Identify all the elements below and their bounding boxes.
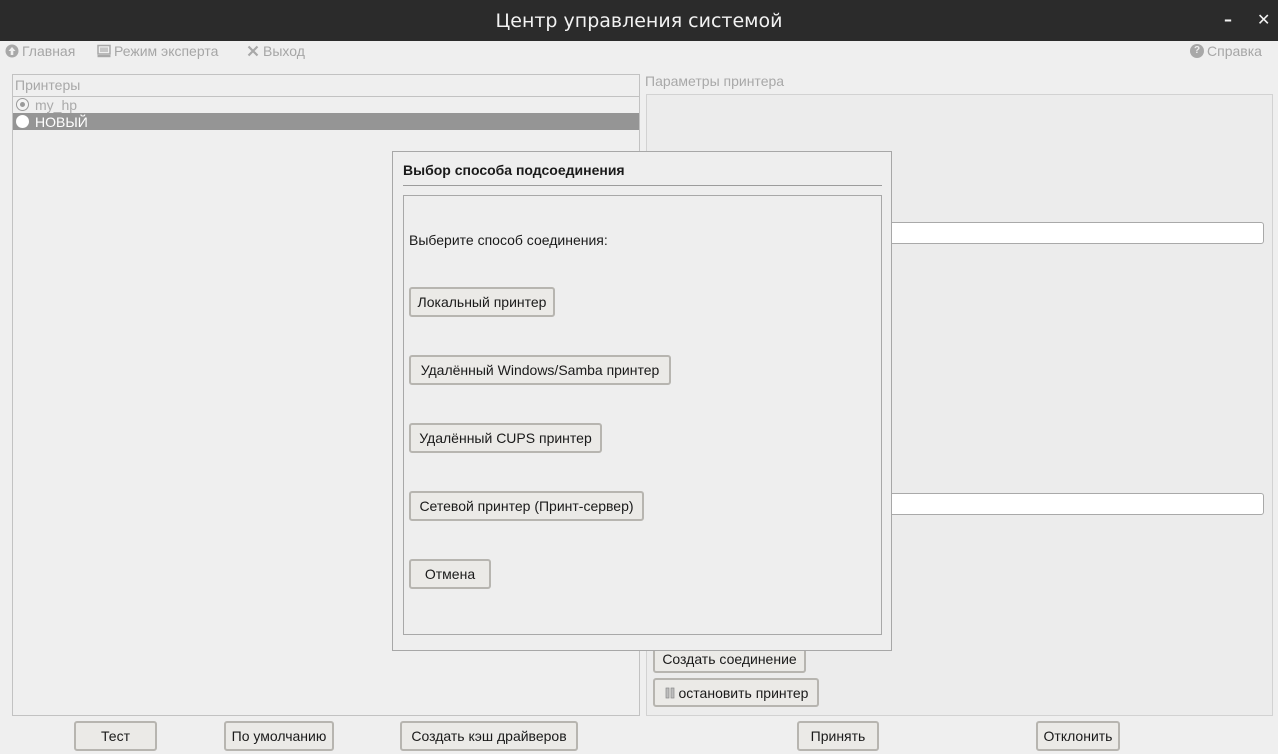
stop-printer-label: остановить принтер	[678, 684, 809, 701]
menu-expert-label: Режим эксперта	[114, 43, 219, 59]
accept-label: Принять	[810, 728, 866, 744]
printer-item-label: НОВЫЙ	[35, 113, 88, 130]
default-label: По умолчанию	[231, 728, 327, 744]
menu-exit[interactable]: Выход	[246, 43, 305, 59]
radio-button[interactable]	[16, 115, 29, 128]
pause-icon	[664, 687, 676, 699]
network-printer-label: Сетевой принтер (Принт-сервер)	[419, 498, 634, 514]
window-titlebar: Центр управления системой – ✕	[0, 0, 1278, 41]
create-cache-label: Создать кэш драйверов	[411, 728, 567, 744]
local-printer-button[interactable]: Локальный принтер	[409, 287, 555, 317]
window-title: Центр управления системой	[495, 10, 783, 32]
dialog-divider	[403, 185, 882, 186]
dialog-title: Выбор способа подсоединения	[403, 162, 625, 178]
printer-item-my-hp[interactable]: my_hp	[13, 96, 639, 113]
radio-button[interactable]	[16, 98, 29, 111]
test-button[interactable]: Тест	[74, 721, 157, 751]
decline-label: Отклонить	[1043, 728, 1113, 744]
cups-printer-label: Удалённый CUPS принтер	[419, 430, 592, 446]
menu-bar: Главная Режим эксперта Выход ? Справка	[0, 41, 1278, 65]
dialog-prompt: Выберите способ соединения:	[409, 232, 608, 248]
cancel-button[interactable]: Отмена	[409, 559, 491, 589]
question-circle-icon: ?	[1190, 44, 1204, 58]
local-printer-label: Локальный принтер	[417, 294, 547, 310]
accept-button[interactable]: Принять	[797, 721, 879, 751]
minimize-button[interactable]: –	[1224, 10, 1232, 29]
menu-home[interactable]: Главная	[5, 43, 75, 59]
create-connection-label: Создать соединение	[662, 650, 797, 667]
test-label: Тест	[101, 728, 130, 744]
printer-item-label: my_hp	[35, 96, 78, 113]
dialog-content: Выберите способ соединения: Локальный пр…	[403, 195, 882, 635]
close-x-icon	[246, 44, 260, 58]
create-driver-cache-button[interactable]: Создать кэш драйверов	[400, 721, 578, 751]
printers-title: Принтеры	[15, 77, 81, 93]
menu-home-label: Главная	[22, 43, 76, 59]
menu-expert-mode[interactable]: Режим эксперта	[97, 43, 218, 59]
samba-printer-label: Удалённый Windows/Samba принтер	[420, 362, 660, 378]
arrow-up-circle-icon	[5, 44, 19, 58]
menu-help[interactable]: ? Справка	[1190, 43, 1262, 59]
cancel-label: Отмена	[424, 566, 476, 582]
menu-help-label: Справка	[1207, 43, 1262, 59]
cups-printer-button[interactable]: Удалённый CUPS принтер	[409, 423, 602, 453]
menu-exit-label: Выход	[263, 43, 305, 59]
samba-printer-button[interactable]: Удалённый Windows/Samba принтер	[409, 355, 671, 385]
printer-item-new[interactable]: НОВЫЙ	[13, 113, 639, 130]
decline-button[interactable]: Отклонить	[1036, 721, 1120, 751]
close-button[interactable]: ✕	[1257, 10, 1270, 29]
default-button[interactable]: По умолчанию	[224, 721, 334, 751]
params-text-field[interactable]	[880, 222, 1264, 244]
params-title: Параметры принтера	[645, 73, 785, 89]
monitor-icon	[97, 44, 111, 58]
network-printer-button[interactable]: Сетевой принтер (Принт-сервер)	[409, 491, 644, 521]
params-text-field-2[interactable]	[880, 493, 1264, 515]
stop-printer-button[interactable]: остановить принтер	[653, 678, 819, 707]
connection-method-dialog: Выбор способа подсоединения Выберите спо…	[392, 151, 892, 651]
